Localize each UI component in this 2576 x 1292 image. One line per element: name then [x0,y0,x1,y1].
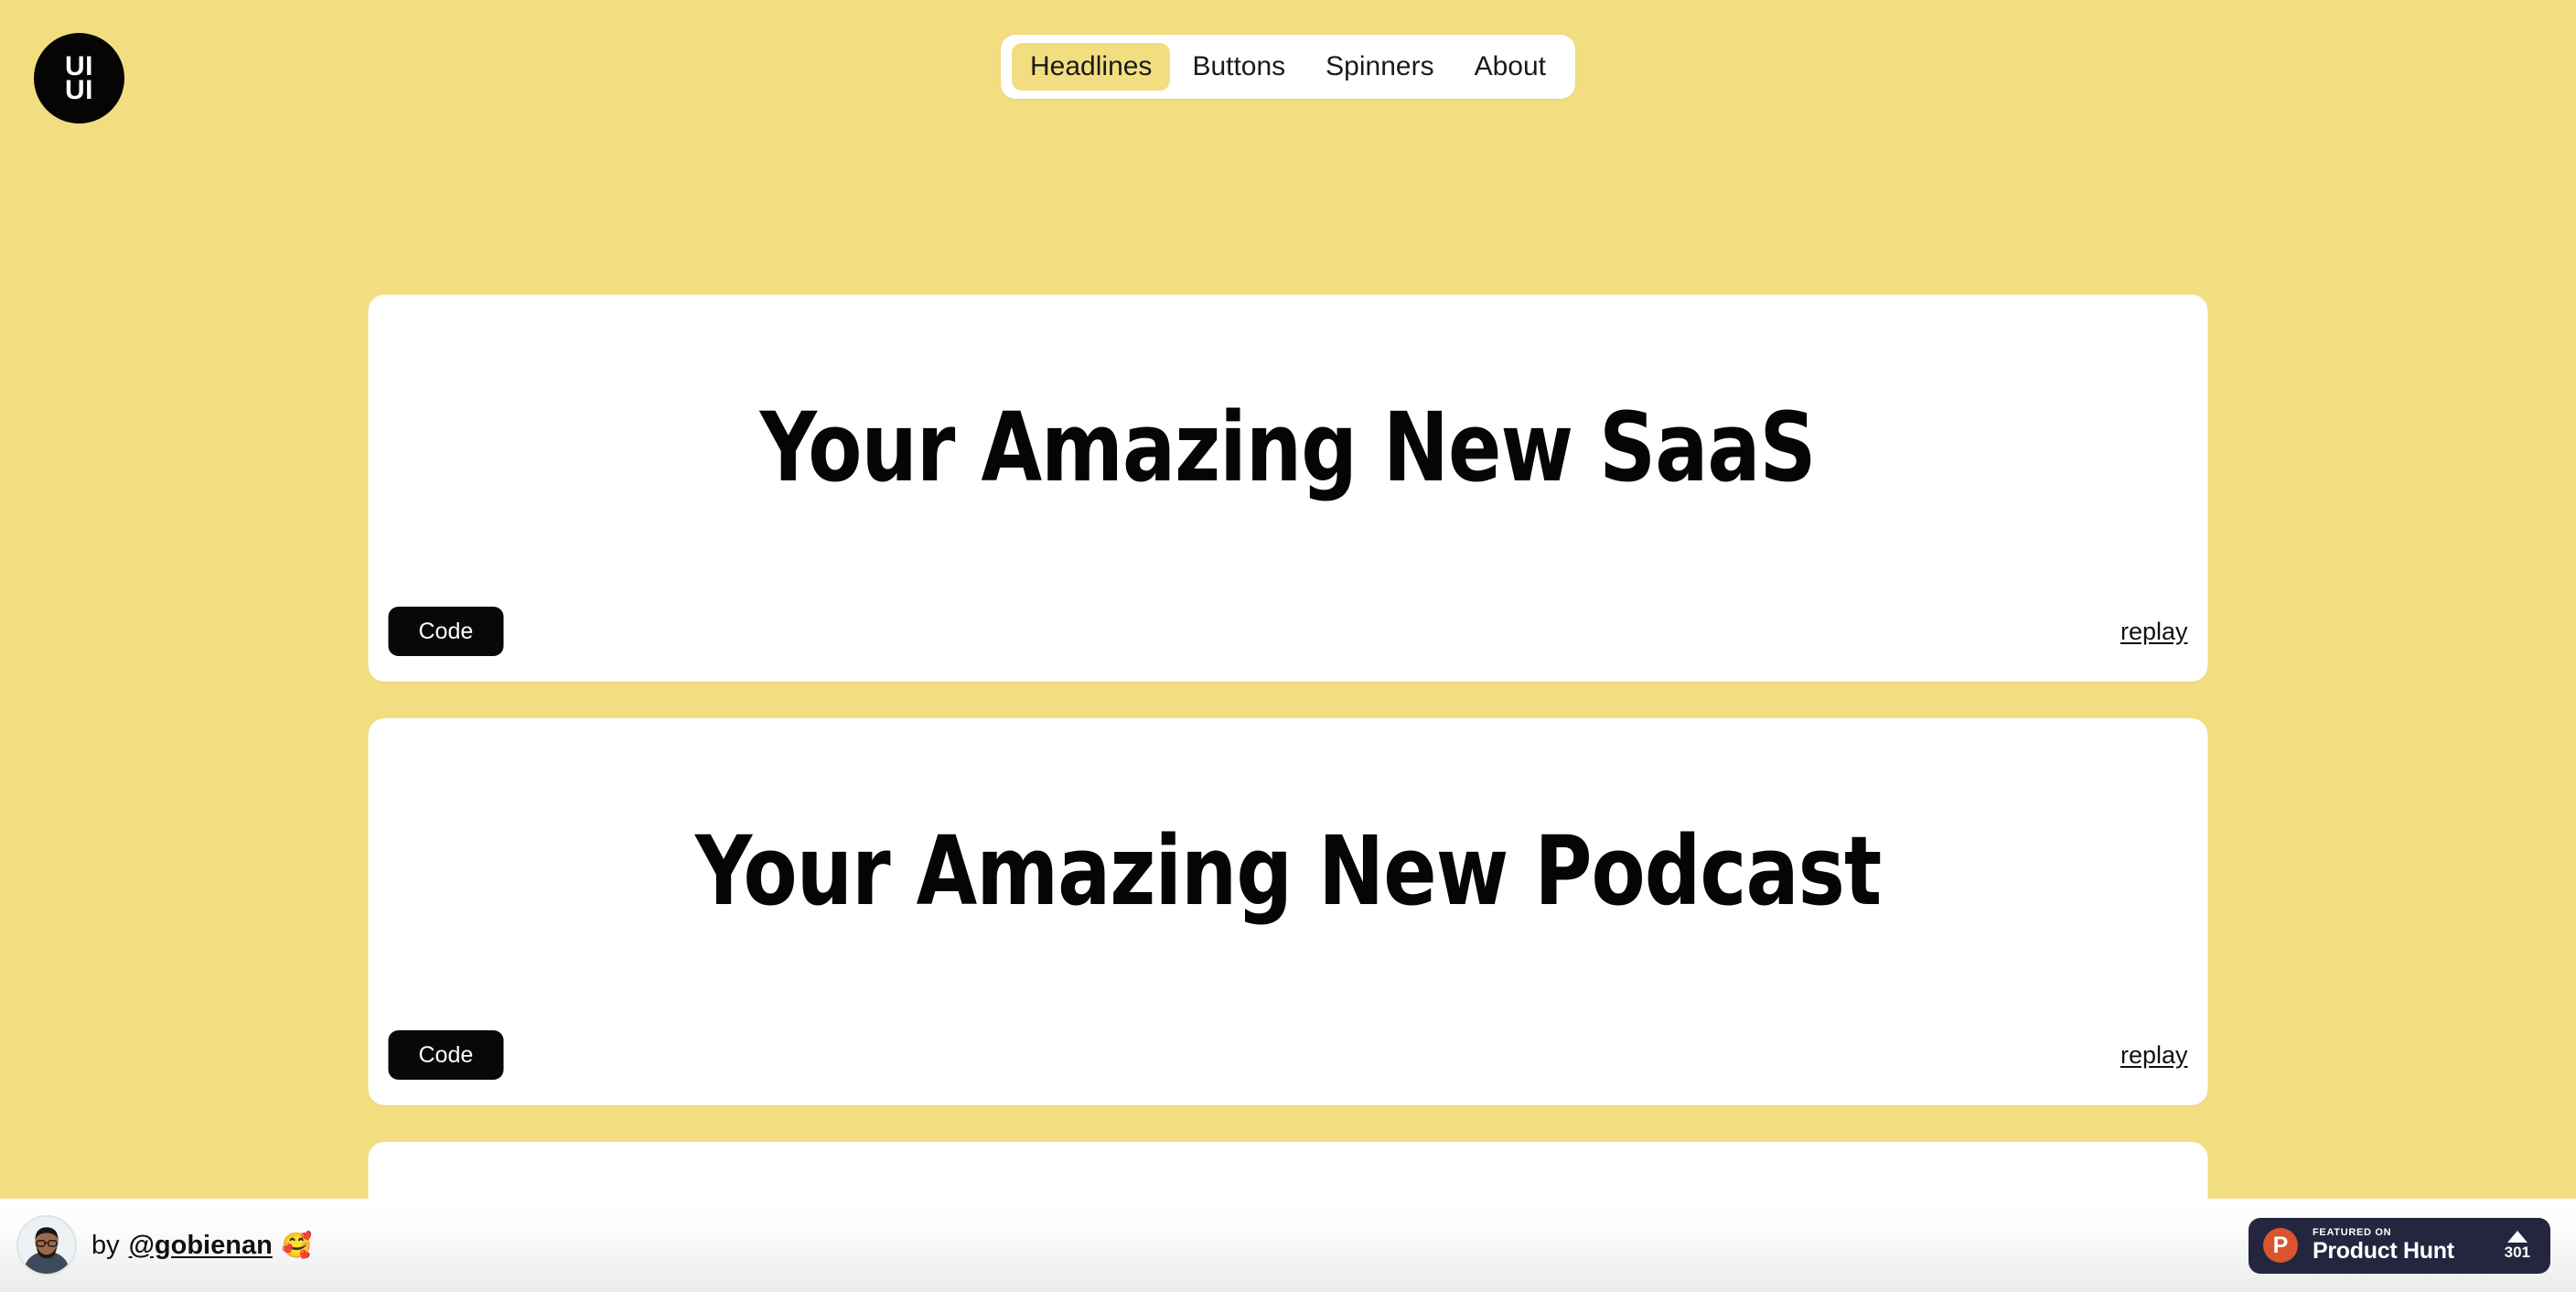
headline-text: Your Amazing New Podcast [694,814,1882,927]
smiling-hearts-emoji: 🥰 [281,1232,313,1259]
headline-card-list: Your Amazing New SaaS Code replay Your A… [368,295,2208,1292]
site-logo[interactable]: UI UI [34,33,124,124]
headline-card: Your Amazing New SaaS Code replay [368,295,2208,682]
product-hunt-logo-icon: P [2263,1228,2298,1263]
tab-about[interactable]: About [1456,43,1564,91]
product-hunt-text: FEATURED ON Product Hunt [2313,1228,2490,1263]
product-hunt-badge[interactable]: P FEATURED ON Product Hunt 301 [2249,1217,2550,1274]
byline-text: by @gobienan 🥰 [91,1231,312,1261]
headline-text: Your Amazing New SaaS [760,391,1817,503]
tab-spinners[interactable]: Spinners [1307,43,1452,91]
tab-buttons[interactable]: Buttons [1174,43,1304,91]
card-footer: Code replay [369,1025,2208,1105]
code-button[interactable]: Code [388,607,504,656]
byline-by-label: by [91,1230,120,1260]
product-hunt-votes[interactable]: 301 [2505,1231,2530,1260]
product-hunt-logo-letter: P [2272,1232,2289,1258]
code-button[interactable]: Code [388,1030,504,1080]
headline-preview-area: Your Amazing New Podcast [369,718,2208,1025]
avatar-photo-icon [18,1217,75,1274]
tab-headlines[interactable]: Headlines [1012,43,1171,91]
product-hunt-vote-count: 301 [2504,1244,2530,1261]
author-handle-link[interactable]: @gobienan [129,1231,273,1261]
main-navigation: Headlines Buttons Spinners About [1001,35,1575,99]
card-footer: Code replay [369,601,2208,682]
bottom-bar: by @gobienan 🥰 P FEATURED ON Product Hun… [0,1199,2576,1292]
avatar [16,1215,77,1276]
logo-line-2: UI [65,74,93,105]
product-hunt-featured-label: FEATURED ON [2313,1227,2392,1238]
headline-card: Your Amazing New Podcast Code replay [368,718,2208,1105]
author-byline: by @gobienan 🥰 [16,1215,312,1276]
product-hunt-name: Product Hunt [2313,1238,2454,1264]
replay-link[interactable]: replay [2120,1041,2188,1070]
replay-link[interactable]: replay [2120,618,2188,646]
triangle-up-icon [2506,1231,2528,1243]
headline-preview-area: Your Amazing New SaaS [369,295,2208,601]
nav-pill-container: Headlines Buttons Spinners About [1001,35,1575,99]
